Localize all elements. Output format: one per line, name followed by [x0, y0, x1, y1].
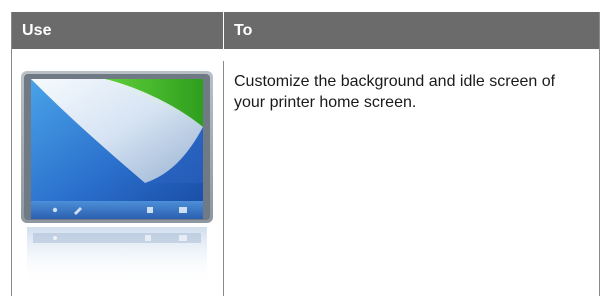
table-header-row: Use To: [12, 12, 599, 49]
use-cell: [12, 61, 224, 296]
column-header-use: Use: [12, 12, 224, 49]
column-header-to: To: [224, 12, 599, 49]
background-and-idle-screen-icon: [19, 65, 217, 287]
table-row: Customize the background and idle screen…: [12, 61, 599, 296]
to-cell: Customize the background and idle screen…: [234, 73, 556, 111]
feature-table: Use To Customize the background and idle…: [11, 12, 600, 296]
